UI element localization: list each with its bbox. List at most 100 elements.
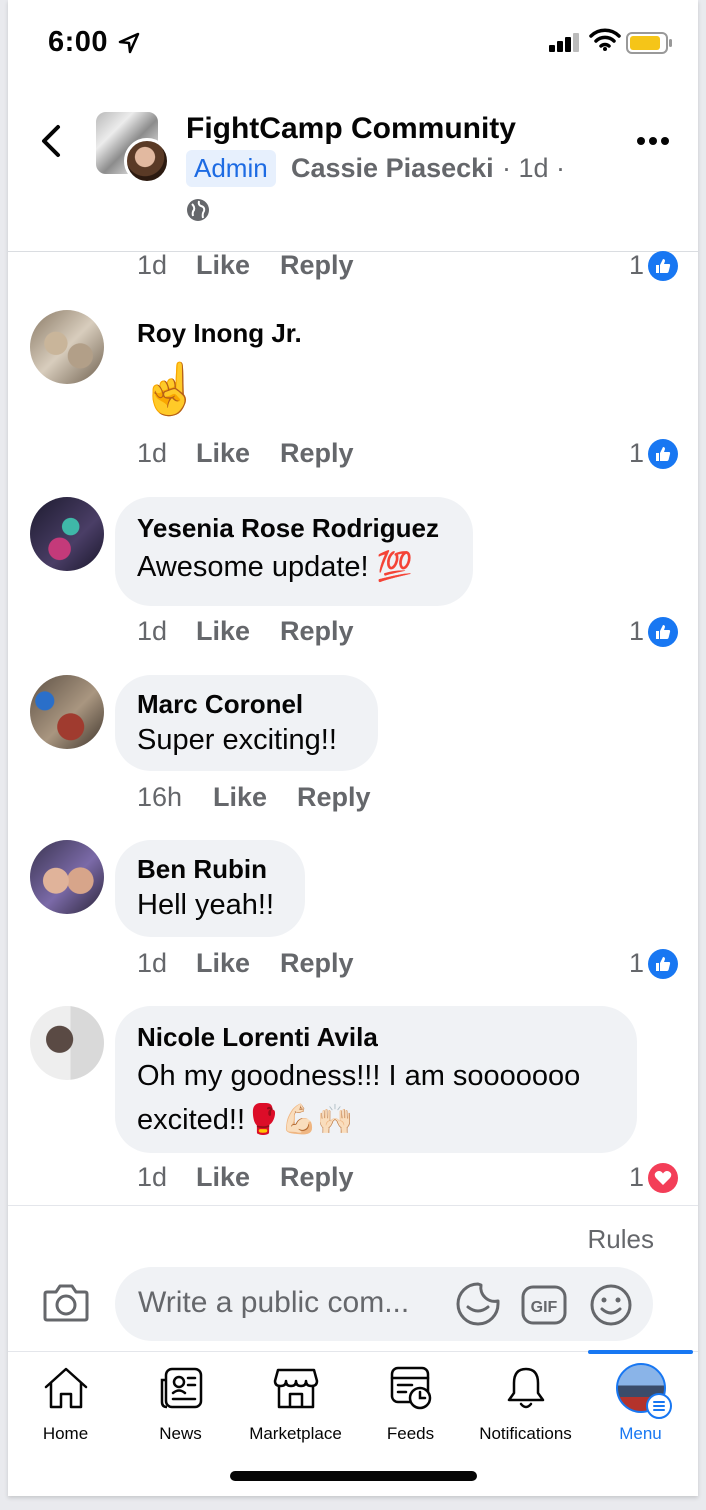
comment-bubble: Nicole Lorenti Avila Oh my goodness!!! I…: [115, 1006, 637, 1153]
comment-bubble: Ben Rubin Hell yeah!!: [115, 840, 305, 937]
tab-label: News: [159, 1424, 202, 1443]
gif-icon[interactable]: GIF: [521, 1285, 567, 1325]
cellular-signal-icon: [549, 33, 579, 52]
commenter-avatar[interactable]: [30, 497, 104, 571]
like-icon: [648, 616, 678, 647]
comment-actions: 1d Like Reply: [137, 438, 354, 469]
reply-button[interactable]: Reply: [280, 616, 354, 647]
tab-label: Menu: [619, 1424, 662, 1443]
like-icon: [648, 438, 678, 469]
tab-label: Marketplace: [249, 1424, 342, 1443]
menu-avatar: [615, 1363, 672, 1419]
reaction-summary[interactable]: 1: [629, 438, 678, 469]
commenter-name[interactable]: Ben Rubin: [137, 852, 283, 886]
commenter-name[interactable]: Marc Coronel: [137, 687, 356, 721]
like-button[interactable]: Like: [213, 782, 297, 813]
menu-icon: [645, 1393, 672, 1419]
comment-bubble: Yesenia Rose Rodriguez Awesome update! 💯: [115, 497, 473, 606]
phone-screen: 6:00 FightCamp Community Admin Cassie Pi…: [8, 0, 698, 1496]
more-options-icon[interactable]: [636, 136, 670, 146]
reaction-count: 1: [628, 438, 644, 468]
active-tab-indicator: [588, 1350, 693, 1354]
author-avatar[interactable]: [124, 138, 170, 184]
reply-button[interactable]: Reply: [280, 948, 354, 979]
post-header: FightCamp Community Admin Cassie Piaseck…: [8, 90, 698, 252]
tab-marketplace[interactable]: Marketplace: [238, 1362, 353, 1444]
feeds-icon: [390, 1366, 431, 1410]
reply-button[interactable]: Reply: [280, 1162, 354, 1193]
comment-time: 1d: [137, 438, 168, 468]
tab-menu[interactable]: Menu: [583, 1362, 698, 1444]
tab-news[interactable]: News: [123, 1362, 238, 1444]
group-avatar[interactable]: [94, 110, 170, 184]
comment-actions: 1d Like Reply: [137, 1162, 354, 1193]
reaction-summary[interactable]: 1: [629, 616, 678, 647]
commenter-avatar[interactable]: [30, 675, 104, 749]
comment-text-line1: Oh my goodness!!! I am sooooooo: [137, 1060, 581, 1092]
commenter-avatar[interactable]: [30, 310, 104, 384]
rules-link[interactable]: Rules: [588, 1224, 654, 1255]
news-icon: [160, 1367, 202, 1409]
group-name[interactable]: FightCamp Community: [186, 112, 516, 146]
comment-actions: 1d Like Reply: [137, 948, 354, 979]
comment-text: Super exciting!!: [137, 724, 337, 756]
battery-icon: [626, 32, 672, 54]
comment-time: 1d: [137, 616, 168, 646]
home-icon: [44, 1367, 87, 1409]
admin-badge: Admin: [186, 150, 276, 187]
like-button[interactable]: Like: [196, 250, 280, 281]
comment-text: Hell yeah!!: [137, 889, 275, 921]
tab-notifications[interactable]: Notifications: [468, 1362, 583, 1444]
emoji-icon[interactable]: [589, 1283, 633, 1327]
home-indicator: [230, 1471, 477, 1481]
reaction-count: 1: [628, 616, 644, 646]
like-button[interactable]: Like: [196, 438, 280, 469]
status-time: 6:00: [48, 26, 109, 58]
camera-icon[interactable]: [43, 1282, 89, 1322]
tab-home[interactable]: Home: [8, 1362, 123, 1444]
commenter-avatar[interactable]: [30, 1006, 104, 1080]
commenter-avatar[interactable]: [30, 840, 104, 914]
comment-actions: 1d Like Reply: [137, 616, 354, 647]
comment-text-line2: excited!!🥊💪🏻🙌🏻: [137, 1104, 354, 1136]
post-author[interactable]: Cassie Piasecki: [291, 153, 494, 184]
sticker-icon[interactable]: [455, 1281, 501, 1327]
tab-feeds[interactable]: Feeds: [353, 1362, 468, 1444]
commenter-name[interactable]: Roy Inong Jr.: [137, 318, 302, 349]
comment-text: Awesome update! 💯: [137, 551, 413, 583]
comment-time: 1d: [137, 1162, 168, 1192]
comment-bubble: Marc Coronel Super exciting!!: [115, 675, 378, 771]
comment-actions: 16h Like Reply: [137, 782, 371, 813]
tab-label: Feeds: [386, 1424, 435, 1443]
reply-button[interactable]: Reply: [297, 782, 371, 813]
back-arrow-icon[interactable]: [38, 124, 62, 158]
like-button[interactable]: Like: [196, 948, 280, 979]
marketplace-icon: [273, 1368, 318, 1409]
commenter-name[interactable]: Nicole Lorenti Avila: [137, 1020, 615, 1054]
bottom-tab-bar: Home News Marketplace Feeds Notification…: [8, 1350, 698, 1496]
comment-time: 1d: [137, 250, 168, 280]
like-button[interactable]: Like: [196, 1162, 280, 1193]
reply-button[interactable]: Reply: [280, 438, 354, 469]
reaction-summary[interactable]: 1: [629, 948, 678, 979]
tab-label: Home: [42, 1424, 89, 1443]
globe-icon: [187, 199, 209, 221]
tab-label: Notifications: [479, 1424, 572, 1443]
reaction-summary[interactable]: 1: [629, 1162, 678, 1193]
comment-composer: Rules Write a public com... GIF: [8, 1205, 698, 1351]
like-button[interactable]: Like: [196, 616, 280, 647]
reply-button[interactable]: Reply: [280, 250, 354, 281]
comment-actions: 1d Like Reply: [137, 250, 354, 281]
comment-time: 16h: [137, 782, 183, 812]
post-meta: · 1d ·: [502, 153, 566, 183]
like-icon: [648, 250, 678, 281]
comment-input[interactable]: Write a public com... GIF: [115, 1267, 653, 1341]
reaction-count: 1: [628, 1162, 644, 1192]
location-arrow-icon: [118, 32, 140, 54]
love-icon: [648, 1162, 678, 1193]
reaction-count: 1: [628, 948, 644, 978]
status-bar: 6:00: [8, 0, 698, 90]
commenter-name[interactable]: Yesenia Rose Rodriguez: [137, 511, 451, 545]
comment-emoji: ☝️: [139, 361, 202, 417]
reaction-summary[interactable]: 1: [629, 250, 678, 281]
